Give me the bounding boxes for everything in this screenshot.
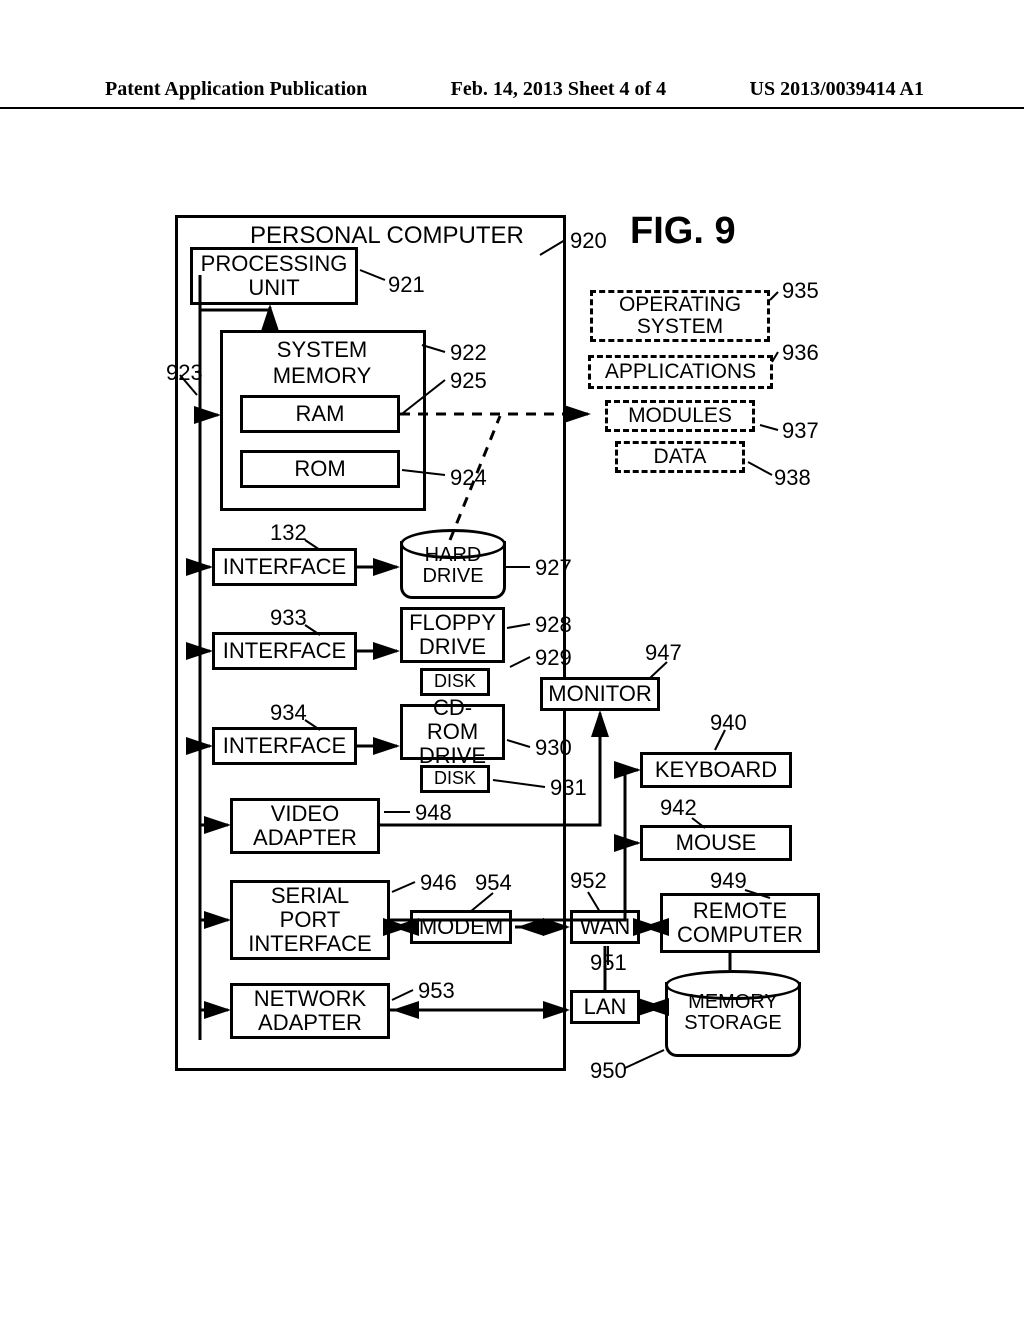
ref-950: 950 [590,1058,627,1084]
os-box: OPERATING SYSTEM [590,290,770,342]
ram-box: RAM [240,395,400,433]
interface-1-box: INTERFACE [212,548,357,586]
figure-title: FIG. 9 [630,210,736,253]
ref-946: 946 [420,870,457,896]
ref-942: 942 [660,795,697,821]
ref-936: 936 [782,340,819,366]
ref-920: 920 [570,228,607,254]
system-memory-label: SYSTEM MEMORY [252,337,392,389]
ref-921: 921 [388,272,425,298]
interface-2-box: INTERFACE [212,632,357,670]
ref-947: 947 [645,640,682,666]
ref-933: 933 [270,605,307,631]
network-adapter-box: NETWORK ADAPTER [230,983,390,1039]
pc-title: PERSONAL COMPUTER [250,222,524,250]
mem-label: MEMORY STORAGE [668,992,798,1034]
header-left: Patent Application Publication [105,78,367,101]
cdrom-box: CD-ROM DRIVE [400,704,505,760]
ref-940: 940 [710,710,747,736]
ref-934: 934 [270,700,307,726]
floppy-box: FLOPPY DRIVE [400,607,505,663]
floppy-disk: DISK [420,668,490,696]
ref-923: 923 [166,360,203,386]
video-adapter-box: VIDEO ADAPTER [230,798,380,854]
ref-930: 930 [535,735,572,761]
interface-3-box: INTERFACE [212,727,357,765]
ref-928: 928 [535,612,572,638]
ref-951: 951 [590,950,627,976]
ref-927: 927 [535,555,572,581]
page-header: Patent Application Publication Feb. 14, … [0,78,1024,109]
ref-931: 931 [550,775,587,801]
ref-948: 948 [415,800,452,826]
header-right: US 2013/0039414 A1 [750,78,924,101]
ref-922: 922 [450,340,487,366]
apps-box: APPLICATIONS [588,355,773,389]
processing-unit-box: PROCESSING UNIT [190,247,358,305]
lan-box: LAN [570,990,640,1024]
ref-132: 132 [270,520,307,546]
ref-952: 952 [570,868,607,894]
ref-929: 929 [535,645,572,671]
ref-953: 953 [418,978,455,1004]
rom-box: ROM [240,450,400,488]
data-box: DATA [615,441,745,473]
ref-949: 949 [710,868,747,894]
header-center: Feb. 14, 2013 Sheet 4 of 4 [451,78,667,101]
hd-label: HARD DRIVE [403,545,503,587]
mem-body: MEMORY STORAGE [665,982,801,1057]
ref-925: 925 [450,368,487,394]
monitor-box: MONITOR [540,677,660,711]
serial-port-box: SERIAL PORT INTERFACE [230,880,390,960]
hd-body: HARD DRIVE [400,541,506,599]
cdrom-disk: DISK [420,765,490,793]
ref-935: 935 [782,278,819,304]
ref-937: 937 [782,418,819,444]
ref-938: 938 [774,465,811,491]
wan-box: WAN [570,910,640,944]
modem-box: MODEM [410,910,512,944]
remote-computer-box: REMOTE COMPUTER [660,893,820,953]
ref-924: 924 [450,465,487,491]
mods-box: MODULES [605,400,755,432]
mouse-box: MOUSE [640,825,792,861]
keyboard-box: KEYBOARD [640,752,792,788]
ref-954: 954 [475,870,512,896]
